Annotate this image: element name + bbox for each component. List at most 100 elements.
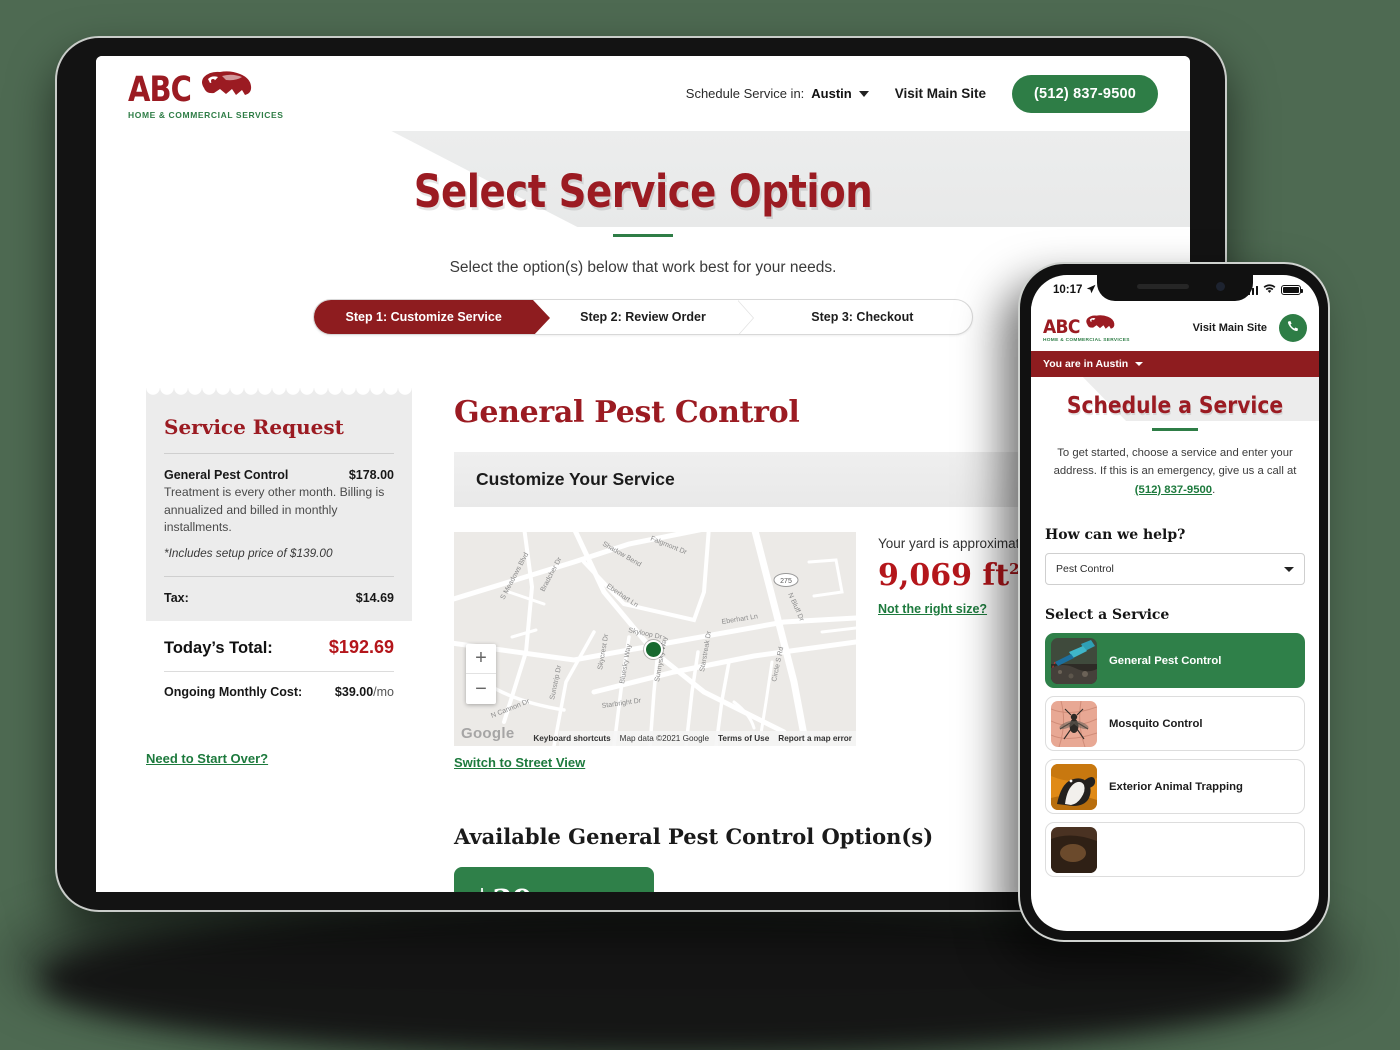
plan-card-monthly-pest-control[interactable]: $39/mo Monthly Pest Control [454, 867, 654, 892]
site-header: ABC HOME & COMMERCIAL SERVICES Schedule … [96, 56, 1190, 131]
receipt-tax-label: Tax: [164, 591, 189, 606]
service-request-column: Service Request General Pest Control $17… [146, 387, 412, 892]
phone-page-title: Schedule a Service [1066, 393, 1284, 419]
phone-visit-main-site-link[interactable]: Visit Main Site [1193, 322, 1267, 334]
step-progress-bar: Step 1: Customize Service Step 2: Review… [313, 299, 973, 335]
service-request-receipt: Service Request General Pest Control $17… [146, 387, 412, 718]
yard-size-label: Your yard is approximately [878, 536, 1037, 551]
step-1-label: Step 1: Customize Service [345, 310, 502, 324]
chevron-down-icon [858, 90, 869, 97]
svg-text:275: 275 [780, 578, 792, 585]
chevron-down-icon [1284, 566, 1294, 572]
keyboard-shortcuts-link[interactable]: Keyboard shortcuts [533, 734, 610, 743]
map-data-label: Map data ©2021 Google [619, 734, 710, 743]
abc-logo[interactable]: ABC HOME & COMMERCIAL SERVICES [128, 68, 284, 120]
phone-location-bar[interactable]: You are in Austin [1031, 351, 1319, 377]
service-option-exterior-animal-trapping[interactable]: Exterior Animal Trapping [1045, 759, 1305, 815]
location-prefix-label: Schedule Service in: [685, 86, 805, 101]
start-over-link[interactable]: Need to Start Over? [146, 751, 268, 766]
phone-cta-button[interactable]: (512) 837-9500 [1012, 74, 1158, 113]
phone-location-label: You are in Austin [1043, 358, 1129, 370]
mosquito-control-thumbnail [1051, 700, 1097, 747]
chevron-down-icon [1135, 362, 1144, 366]
location-city-label: Austin [811, 86, 852, 101]
phone-status-bar: 10:17 [1031, 275, 1319, 305]
receipt-total-label: Today’s Total: [164, 639, 273, 658]
phone-screen: 10:17 ABC HOME & COMMERCIAL SERVICES Vis… [1031, 275, 1319, 931]
receipt-ongoing-label: Ongoing Monthly Cost: [164, 685, 303, 700]
general-pest-control-thumbnail [1051, 637, 1097, 684]
not-the-right-size-link[interactable]: Not the right size? [878, 602, 987, 616]
phone-intro-before: To get started, choose a service and ent… [1053, 446, 1297, 478]
yard-size-number: 9,069 ft [878, 558, 1010, 593]
title-underline-rule [613, 234, 673, 237]
property-map[interactable]: S Meadows Blvd Bradcher Dr Shadow Bend F… [454, 532, 856, 746]
phone-intro-after: . [1212, 483, 1216, 496]
phone-device: 10:17 ABC HOME & COMMERCIAL SERVICES Vis… [1018, 262, 1330, 942]
wifi-icon [1263, 283, 1276, 297]
visit-main-site-link[interactable]: Visit Main Site [895, 86, 986, 101]
phone-service-category-value: Pest Control [1056, 563, 1114, 576]
page-title: Select Service Option [413, 165, 873, 218]
switch-to-street-view-link[interactable]: Switch to Street View [454, 755, 585, 770]
receipt-tax-row: Tax: $14.69 [164, 577, 394, 621]
step-2-review-order[interactable]: Step 2: Review Order [533, 300, 754, 334]
step-3-checkout[interactable]: Step 3: Checkout [753, 300, 972, 334]
plan-price: $39/mo [472, 883, 636, 892]
receipt-total-value: $192.69 [328, 637, 394, 658]
receipt-title: Service Request [164, 415, 344, 439]
yard-size-panel: Your yard is approximately 9,069 ft2 Not… [878, 532, 1037, 772]
step-2-label: Step 2: Review Order [580, 310, 706, 324]
header-actions: Schedule Service in: Austin Visit Main S… [686, 74, 1158, 113]
service-option-label: General Pest Control [1109, 654, 1222, 667]
map-roads-graphic: S Meadows Blvd Bradcher Dr Shadow Bend F… [454, 532, 856, 746]
property-location-pin [644, 640, 663, 659]
receipt-item-name: General Pest Control [164, 468, 289, 482]
phone-site-header: ABC HOME & COMMERCIAL SERVICES Visit Mai… [1031, 305, 1319, 351]
location-arrow-icon [1086, 284, 1096, 297]
page-subtitle: Select the option(s) below that work bes… [449, 259, 837, 276]
map-attribution-bar: Keyboard shortcuts Map data ©2021 Google… [533, 731, 856, 746]
phone-select-service-label: Select a Service [1045, 607, 1170, 624]
phone-abc-logo[interactable]: ABC HOME & COMMERCIAL SERVICES [1043, 313, 1130, 343]
terms-of-use-link[interactable]: Terms of Use [718, 734, 769, 743]
receipt-item-description: Treatment is every other month. Billing … [164, 485, 385, 535]
phone-service-category-select[interactable]: Pest Control [1045, 553, 1305, 586]
service-option-label: Mosquito Control [1109, 717, 1203, 730]
plan-price-amount: $39 [472, 883, 533, 892]
receipt-item-price: $178.00 [348, 468, 394, 482]
receipt-item-note: *Includes setup price of $139.00 [164, 546, 333, 561]
map-zoom-in-button[interactable]: + [466, 644, 496, 674]
dog-logo-icon [198, 68, 254, 106]
location-selector[interactable]: Schedule Service in: Austin [686, 86, 869, 101]
phone-logo-tagline: HOME & COMMERCIAL SERVICES [1043, 338, 1130, 343]
exterior-animal-trapping-thumbnail [1051, 763, 1097, 810]
receipt-ongoing-unit: /mo [373, 685, 394, 700]
service-option-mosquito-control[interactable]: Mosquito Control [1045, 696, 1305, 752]
phone-form-body: How can we help? Pest Control Select a S… [1031, 511, 1319, 878]
step-3-label: Step 3: Checkout [811, 310, 914, 324]
step-divider-icon [736, 300, 754, 334]
service-option-label: Exterior Animal Trapping [1109, 780, 1243, 793]
receipt-ongoing-value: $39.00 [334, 685, 374, 700]
map-zoom-out-button[interactable]: − [466, 674, 496, 704]
battery-icon [1281, 285, 1303, 295]
phone-logo-abc-text: ABC [1043, 316, 1080, 338]
phone-intro-text: To get started, choose a service and ent… [1031, 431, 1319, 500]
phone-dog-logo-icon [1084, 313, 1116, 338]
service-thumbnail-partial [1051, 826, 1097, 873]
map-column: S Meadows Blvd Bradcher Dr Shadow Bend F… [454, 532, 856, 772]
service-option-general-pest-control[interactable]: General Pest Control [1045, 633, 1305, 689]
google-watermark: Google [461, 725, 515, 742]
receipt-total-box: Today’s Total: $192.69 Ongoing Monthly C… [146, 621, 412, 718]
phone-call-button[interactable] [1279, 314, 1307, 342]
phone-icon [1286, 320, 1300, 337]
map-zoom-controls[interactable]: + − [466, 644, 496, 704]
service-option-partial[interactable] [1045, 822, 1305, 878]
yard-size-value: 9,069 ft2 [878, 558, 1037, 593]
phone-service-list: General Pest Control Mosquito Control Ex… [1045, 633, 1305, 878]
logo-tagline: HOME & COMMERCIAL SERVICES [128, 109, 284, 120]
phone-intro-phone-link[interactable]: (512) 837-9500 [1135, 484, 1212, 496]
report-map-error-link[interactable]: Report a map error [778, 734, 852, 743]
step-1-customize-service[interactable]: Step 1: Customize Service [314, 300, 551, 334]
